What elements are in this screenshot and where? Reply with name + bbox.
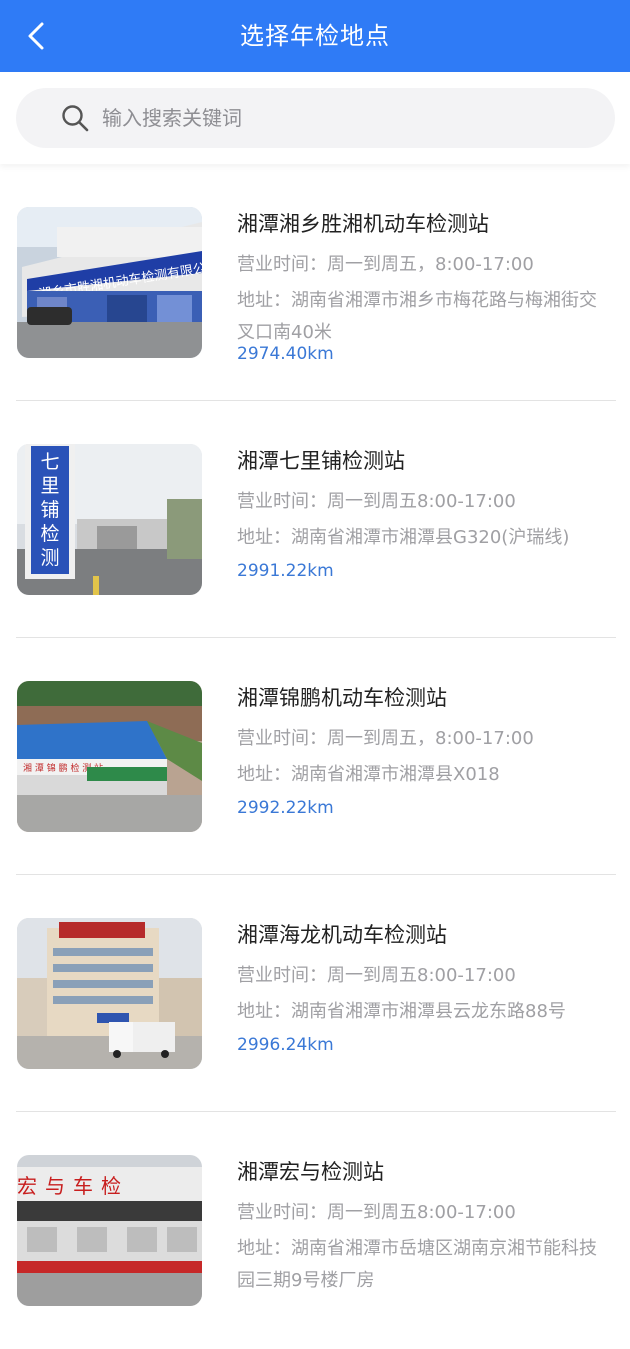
station-photo: 宏与车检	[17, 1155, 202, 1306]
station-name: 湘潭锦鹏机动车检测站	[237, 686, 447, 710]
search-input[interactable]	[102, 88, 582, 148]
station-item[interactable]: 湘乡市胜湘机动车检测有限公 湘潭湘乡胜湘机动车检测站 营业时间：周一到周五，8:…	[0, 164, 630, 401]
station-hours: 营业时间：周一到周五8:00-17:00	[237, 491, 516, 512]
search-icon	[62, 105, 89, 132]
svg-text:铺: 铺	[40, 499, 59, 521]
station-name: 湘潭海龙机动车检测站	[237, 923, 447, 947]
station-photo: 湘乡市胜湘机动车检测有限公	[17, 207, 202, 358]
station-hours: 营业时间：周一到周五，8:00-17:00	[237, 254, 534, 275]
station-item[interactable]: 宏与车检 湘潭宏与检测站 营业时间：周一到周五8:00-17:00 地址：湖南省…	[0, 1112, 630, 1349]
search-bar	[0, 72, 630, 164]
station-distance: 2974.40km	[237, 344, 334, 364]
station-name: 湘潭七里铺检测站	[237, 449, 405, 473]
page-title: 选择年检地点	[240, 22, 390, 50]
svg-text:里: 里	[40, 475, 59, 497]
station-hours: 营业时间：周一到周五8:00-17:00	[237, 1202, 516, 1223]
station-name: 湘潭宏与检测站	[237, 1160, 384, 1184]
station-distance: 2996.24km	[237, 1035, 334, 1055]
station-address: 地址：湖南省湘潭市湘乡市梅花路与梅湘街交叉口南40米	[237, 290, 597, 343]
station-item[interactable]: 湘 潭 锦 鹏 检 测 站 湘潭锦鹏机动车检测站 营业时间：周一到周五，8:00…	[0, 638, 630, 875]
station-hours: 营业时间：周一到周五，8:00-17:00	[237, 728, 534, 749]
search-box[interactable]	[16, 88, 615, 148]
station-address: 地址：湖南省湘潭市岳塘区湖南京湘节能科技园三期9号楼厂房	[237, 1238, 597, 1291]
station-item[interactable]: 七 里 铺 检 测 湘潭七里铺检测站 营业时间：周一到周五8:00-17:00 …	[0, 401, 630, 638]
station-address: 地址：湖南省湘潭市湘潭县G320(沪瑞线)	[237, 527, 570, 548]
station-address: 地址：湖南省湘潭市湘潭县X018	[237, 764, 500, 785]
station-photo	[17, 918, 202, 1069]
station-hours: 营业时间：周一到周五8:00-17:00	[237, 965, 516, 986]
svg-text:检: 检	[40, 523, 59, 545]
station-distance: 2992.22km	[237, 798, 334, 818]
station-photo: 湘 潭 锦 鹏 检 测 站	[17, 681, 202, 832]
station-distance: 2991.22km	[237, 561, 334, 581]
station-list: 湘乡市胜湘机动车检测有限公 湘潭湘乡胜湘机动车检测站 营业时间：周一到周五，8:…	[0, 164, 630, 1349]
top-app-bar: 选择年检地点	[0, 0, 630, 72]
station-photo: 七 里 铺 检 测	[17, 444, 202, 595]
svg-text:宏与车检: 宏与车检	[17, 1174, 129, 1198]
station-address: 地址：湖南省湘潭市湘潭县云龙东路88号	[237, 1001, 566, 1022]
station-name: 湘潭湘乡胜湘机动车检测站	[237, 212, 489, 236]
svg-text:测: 测	[40, 547, 59, 569]
station-item[interactable]: 湘潭海龙机动车检测站 营业时间：周一到周五8:00-17:00 地址：湖南省湘潭…	[0, 875, 630, 1112]
svg-text:七: 七	[40, 451, 59, 473]
